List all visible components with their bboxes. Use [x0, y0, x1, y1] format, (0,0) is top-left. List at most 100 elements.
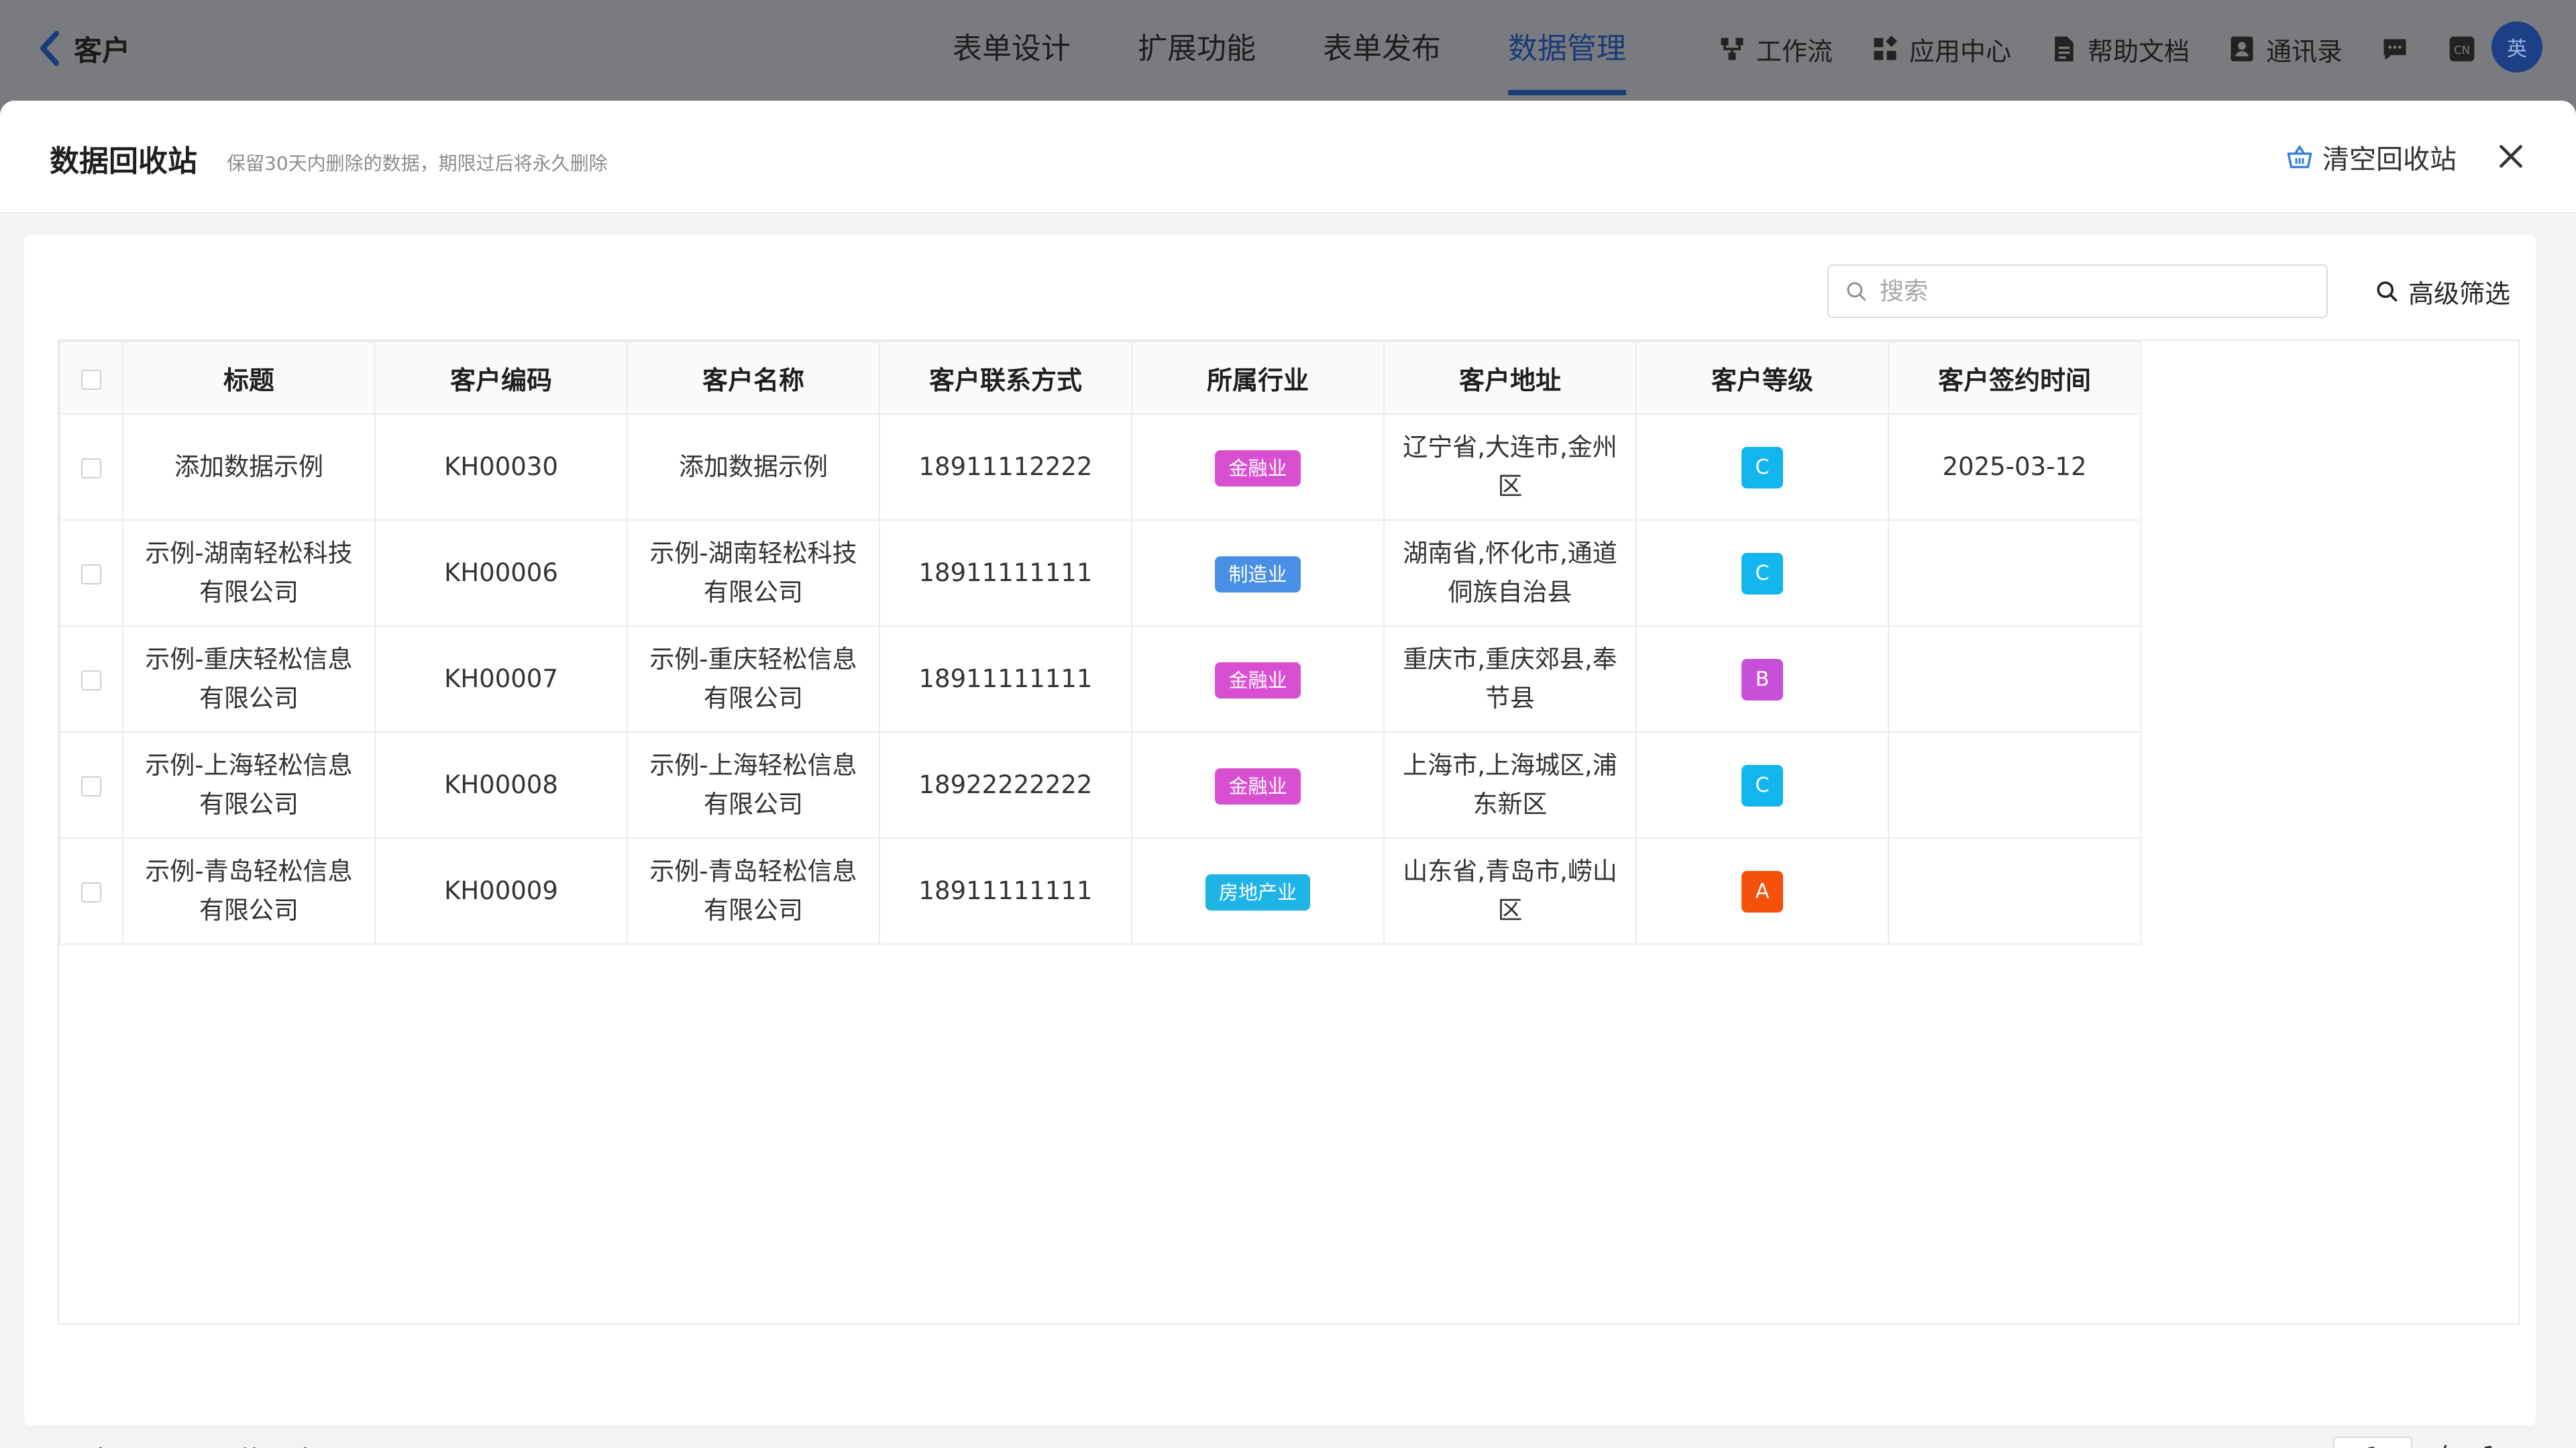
cell-address: 湖南省,怀化市,通道侗族自治县 [1403, 539, 1617, 607]
chevron-left-icon[interactable] [2278, 1445, 2301, 1448]
app-center-button[interactable]: 应用中心 [1870, 31, 2011, 68]
column-header[interactable]: 客户签约时间 [1888, 341, 2141, 415]
table-row[interactable]: 示例-湖南轻松科技有限公司 KH00006 示例-湖南轻松科技有限公司 1891… [59, 519, 2141, 627]
column-header[interactable]: 客户编码 [374, 341, 628, 415]
cell-phone: 18911111111 [918, 876, 1093, 905]
cell-code: KH00007 [444, 664, 558, 693]
workflow-icon [1721, 38, 1743, 60]
contacts-button[interactable]: 通讯录 [2227, 31, 2343, 68]
back-button[interactable]: 客户 [38, 27, 130, 70]
select-all-cell [59, 341, 123, 415]
advanced-filter-label: 高级筛选 [2408, 278, 2511, 309]
cell-address: 上海市,上海城区,浦东新区 [1403, 751, 1617, 819]
cell-name: 添加数据示例 [679, 452, 828, 481]
tab-form-design[interactable]: 表单设计 [953, 0, 1071, 101]
cell-code: KH00006 [444, 558, 558, 587]
basket-icon [2287, 144, 2312, 168]
messages-button[interactable] [2380, 34, 2410, 64]
avatar[interactable]: 英 [2491, 21, 2542, 72]
row-checkbox[interactable] [81, 670, 101, 690]
workflow-label: 工作流 [1756, 36, 1833, 66]
cell-address: 山东省,青岛市,崂山区 [1403, 857, 1617, 925]
level-badge: C [1741, 552, 1783, 594]
close-icon[interactable] [2494, 140, 2528, 173]
table-row[interactable]: 示例-上海轻松信息有限公司 KH00008 示例-上海轻松信息有限公司 1892… [59, 731, 2141, 839]
search-box [1827, 264, 2328, 318]
cell-phone: 18911111111 [918, 558, 1093, 587]
page-size-select[interactable]: 20条/页 [58, 1439, 199, 1448]
language-label: CN [2454, 44, 2470, 56]
column-header[interactable]: 客户地址 [1383, 341, 1637, 415]
workflow-button[interactable]: 工作流 [1717, 31, 1833, 68]
help-docs-label: 帮助文档 [2088, 36, 2190, 66]
column-header[interactable]: 客户联系方式 [879, 341, 1132, 415]
app-center-icon [1874, 36, 1898, 60]
cell-title: 示例-青岛轻松信息有限公司 [145, 857, 353, 925]
contacts-label: 通讯录 [2266, 36, 2343, 66]
column-header[interactable]: 标题 [122, 341, 376, 415]
select-all-checkbox[interactable] [81, 369, 101, 390]
cell-code: KH00009 [444, 876, 558, 905]
table-row[interactable]: 示例-青岛轻松信息有限公司 KH00009 示例-青岛轻松信息有限公司 1891… [59, 837, 2141, 945]
language-button[interactable]: CN [2447, 34, 2477, 64]
table-row[interactable]: 示例-重庆轻松信息有限公司 KH00007 示例-重庆轻松信息有限公司 1891… [59, 625, 2141, 733]
column-header[interactable]: 客户名称 [627, 341, 880, 415]
cell-title: 示例-上海轻松信息有限公司 [145, 751, 353, 819]
cell-name: 示例-青岛轻松信息有限公司 [649, 857, 857, 925]
app-center-label: 应用中心 [1909, 36, 2012, 66]
search-icon [2377, 281, 2398, 302]
cell-code: KH00008 [444, 770, 558, 799]
industry-tag: 金融业 [1215, 768, 1301, 805]
cell-address: 辽宁省,大连市,金州区 [1403, 433, 1617, 501]
data-table: 标题 客户编码 客户名称 客户联系方式 所属行业 客户地址 客户等级 客户签约时… [59, 341, 2141, 945]
cell-address: 重庆市,重庆郊县,奉节县 [1403, 645, 1617, 713]
page-separator: / [2438, 1441, 2447, 1448]
message-icon [2383, 39, 2406, 60]
cell-sign-date: 2025-03-12 [1942, 452, 2087, 481]
search-icon [1847, 282, 1866, 301]
cell-name: 示例-重庆轻松信息有限公司 [649, 645, 857, 713]
level-badge: B [1741, 658, 1783, 701]
row-checkbox[interactable] [81, 882, 101, 902]
document-icon [2055, 36, 2074, 62]
column-header[interactable]: 客户等级 [1635, 341, 1889, 415]
page-size-label: 20条/页 [58, 1439, 150, 1448]
data-table-container: 标题 客户编码 客户名称 客户联系方式 所属行业 客户地址 客户等级 客户签约时… [58, 340, 2520, 1325]
data-panel: 高级筛选 标题 客户编码 客户名称 客户联系方式 所属行业 [24, 235, 2536, 1448]
level-badge: C [1741, 446, 1783, 488]
cell-phone: 18911111111 [918, 664, 1093, 693]
language-icon: CN [2449, 36, 2475, 62]
drawer-header: 数据回收站 保留30天内删除的数据，期限过后将永久删除 清空回收站 [0, 101, 2576, 213]
column-header[interactable]: 所属行业 [1131, 341, 1385, 415]
page-number-input[interactable] [2333, 1437, 2412, 1448]
clear-recycle-bin-label: 清空回收站 [2322, 144, 2457, 175]
tab-extensions[interactable]: 扩展功能 [1138, 0, 1256, 101]
table-row[interactable]: 添加数据示例 KH00030 添加数据示例 18911112222 金融业 辽宁… [59, 413, 2141, 521]
chevron-left-icon [40, 31, 59, 66]
tab-form-publish[interactable]: 表单发布 [1323, 0, 1441, 101]
advanced-filter-button[interactable]: 高级筛选 [2375, 272, 2510, 310]
app-title: 客户 [74, 34, 131, 67]
industry-tag: 房地产业 [1205, 874, 1310, 911]
cell-name: 示例-湖南轻松科技有限公司 [649, 539, 857, 607]
cell-name: 示例-上海轻松信息有限公司 [649, 751, 857, 819]
total-count: 共 5 条 [237, 1439, 320, 1448]
drawer-subtitle: 保留30天内删除的数据，期限过后将永久删除 [227, 152, 608, 174]
help-docs-button[interactable]: 帮助文档 [2049, 31, 2190, 68]
clear-recycle-bin-button[interactable]: 清空回收站 [2286, 138, 2457, 176]
table-header-row: 标题 客户编码 客户名称 客户联系方式 所属行业 客户地址 客户等级 客户签约时… [59, 341, 2141, 415]
industry-tag: 制造业 [1215, 556, 1301, 592]
row-checkbox[interactable] [81, 776, 101, 796]
search-input[interactable] [1878, 276, 2310, 306]
row-checkbox[interactable] [81, 564, 101, 584]
row-checkbox[interactable] [81, 458, 101, 478]
chevron-right-icon[interactable] [2525, 1445, 2548, 1448]
recycle-bin-drawer: 数据回收站 保留30天内删除的数据，期限过后将永久删除 清空回收站 搜索 高级筛… [0, 101, 2576, 1448]
nav-tools: 工作流 应用中心 帮助文档 通讯录 CN [1717, 25, 2477, 72]
level-badge: C [1741, 764, 1783, 807]
drawer-title: 数据回收站 [50, 144, 197, 178]
pagination-left: 20条/页 共 5 条 [58, 1437, 321, 1448]
pagination-right: / 1 [2278, 1431, 2548, 1448]
tab-data-management[interactable]: 数据管理 [1508, 0, 1626, 101]
cell-title: 示例-湖南轻松科技有限公司 [145, 539, 353, 607]
